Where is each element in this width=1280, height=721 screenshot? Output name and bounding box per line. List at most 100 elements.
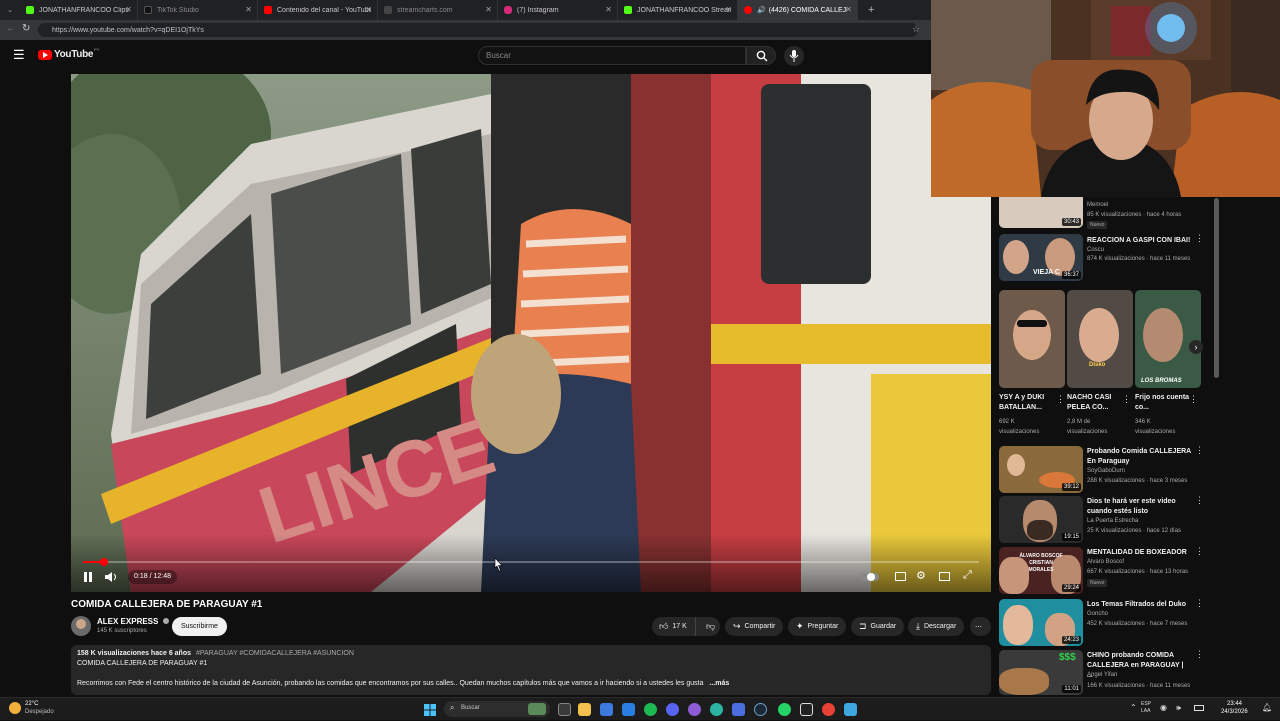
share-button[interactable]: ↪ Compartir [725,617,784,636]
channel-name[interactable]: ALEX EXPRESS [97,617,169,626]
video-title[interactable]: REACCION A GASPI CON IBAI! [1087,236,1191,246]
short-thumbnail[interactable]: Disko [1067,290,1133,388]
short-title[interactable]: Frijo nos cuenta co... [1135,393,1191,413]
show-more-link[interactable]: ...más [709,680,729,687]
more-options-icon[interactable]: ⋮ [1195,446,1204,455]
autoplay-toggle[interactable] [861,573,879,581]
steam-icon[interactable] [754,703,767,716]
more-options-icon[interactable]: ⋮ [1122,394,1131,405]
close-icon[interactable]: ✕ [125,5,132,14]
video-thumbnail[interactable]: VIEJA C 36:37 [999,234,1083,281]
tab-kick-stream[interactable]: JONATHANFRANCOO Stream - Watch ✕ [618,0,738,20]
close-icon[interactable]: ✕ [725,5,732,14]
tab-kick-clips[interactable]: JONATHANFRANCOO Clips - Watch ✕ [20,0,138,20]
search-button[interactable] [746,46,776,65]
channel-name[interactable]: Coscu [1087,247,1104,253]
notifications-icon[interactable]: 🔔︎ [1262,703,1272,712]
miniplayer-icon[interactable] [939,572,950,581]
close-icon[interactable]: ✕ [605,5,612,14]
channel-name[interactable]: SoyGaboDurn [1087,468,1125,474]
reload-icon[interactable]: ↻ [22,23,30,34]
capcut-icon[interactable] [800,703,813,716]
progress-track[interactable] [83,561,979,563]
files-icon[interactable] [600,703,613,716]
edge-icon[interactable] [710,703,723,716]
voice-search-button[interactable] [784,46,804,66]
search-input[interactable]: Buscar [478,46,746,65]
new-tab-button[interactable]: + [868,4,874,16]
more-options-icon[interactable]: ⋮ [1195,496,1204,505]
hashtags[interactable]: #PARAGUAY #COMIDACALLEJERA #ASUNCION [196,650,354,657]
discord-icon[interactable] [666,703,679,716]
tab-tiktok-studio[interactable]: TikTok Studio ✕ [138,0,258,20]
tab-streamcharts[interactable]: streamcharts.com ✕ [378,0,498,20]
whatsapp-icon[interactable] [778,703,791,716]
mail-icon[interactable] [622,703,635,716]
tab-search-icon[interactable]: ⌄ [0,6,20,14]
video-title[interactable]: Probando Comida CALLEJERA En Paraguay [1087,447,1191,467]
tab-youtube-video[interactable]: 🔊 (4426) COMIDA CALLEJERA DE ✕ [738,0,858,20]
video-title[interactable]: Los Temas Filtrados del Duko [1087,600,1191,610]
short-title[interactable]: NACHO CASI PELEA CO... [1067,393,1123,413]
save-button[interactable]: ⊐ Guardar [851,617,905,636]
close-icon[interactable]: ✕ [485,5,492,14]
channel-name[interactable]: La Puerta Estrecha [1087,518,1138,524]
youtube-logo[interactable]: YouTube PY [38,47,100,60]
list-item[interactable]: VIEJA C 36:37 REACCION A GASPI CON IBAI!… [999,234,1204,282]
volume-button[interactable] [104,570,118,584]
more-options-icon[interactable]: ⋮ [1195,650,1204,659]
app-icon[interactable] [732,703,745,716]
channel-name[interactable]: Memoel [1087,202,1108,208]
channel-avatar[interactable] [71,616,91,636]
list-item[interactable]: ÁLVARO BOSCOF CRISTIAN MORALES 29:24 MEN… [999,547,1204,595]
weather-icon[interactable] [9,702,21,714]
sidebar-scrollbar[interactable] [1214,198,1219,378]
list-item[interactable]: 19:15 Dios te hará ver este video cuando… [999,496,1204,544]
close-icon[interactable]: ✕ [365,5,372,14]
short-thumbnail[interactable] [999,290,1065,388]
fullscreen-icon[interactable]: ⤢ [963,569,972,582]
tab-instagram[interactable]: (7) Instagram ✕ [498,0,618,20]
weather-temp[interactable]: 22°C [25,701,38,707]
video-title[interactable]: Dios te hará ver este video cuando estés… [1087,497,1191,517]
video-thumbnail[interactable]: 24:23 [999,599,1083,646]
notepad-icon[interactable] [844,703,857,716]
more-options-icon[interactable]: ⋮ [1195,234,1204,243]
download-button[interactable]: ⤓ Descargar [908,617,965,636]
settings-gear-icon[interactable]: ⚙ [916,569,926,582]
back-icon[interactable]: ← [6,23,16,34]
shelf-next-button[interactable]: › [1189,340,1203,354]
video-thumbnail[interactable]: 39:12 [999,446,1083,493]
task-view-icon[interactable] [558,703,571,716]
list-item[interactable]: 30:43 Memoel 85 K visualizaciones · hace… [999,197,1204,231]
clock-time[interactable]: 23:44 [1227,701,1242,707]
progress-scrubber[interactable] [99,558,108,566]
network-icon[interactable]: ◉ [1160,703,1167,712]
short-title[interactable]: YSY A y DUKI BATALLAN... [999,393,1055,413]
video-thumbnail[interactable]: 19:15 [999,496,1083,543]
obs-icon[interactable] [688,703,701,716]
close-icon[interactable]: ✕ [245,5,252,14]
speaker-icon[interactable]: 🕪 [1176,703,1181,713]
windows-start-icon[interactable] [424,703,436,716]
subtitles-icon[interactable] [895,572,906,581]
more-options-icon[interactable]: ⋮ [1195,547,1204,556]
battery-icon[interactable] [1194,705,1204,711]
file-explorer-icon[interactable] [578,703,591,716]
tab-youtube-studio[interactable]: Contenido del canal - YouTube Studio ✕ [258,0,378,20]
taskbar-search[interactable]: ⌕ Buscar [444,701,550,717]
subscribe-button[interactable]: Suscribirme [172,617,227,636]
pause-button[interactable] [81,570,95,584]
url-field[interactable]: https://www.youtube.com/watch?v=qDEI1OjT… [38,23,918,37]
dislike-button[interactable]: 👎︎ [700,621,715,632]
close-icon[interactable]: ✕ [845,5,852,14]
more-options-icon[interactable]: ⋮ [1189,394,1198,405]
channel-name[interactable]: Angel Yifan [1087,672,1117,678]
menu-icon[interactable]: ☰ [13,47,25,63]
more-options-icon[interactable]: ⋮ [1195,599,1204,608]
more-options-icon[interactable]: ⋮ [1056,394,1065,405]
tray-chevron-icon[interactable]: ⌃ [1130,703,1137,712]
video-player[interactable]: LINCE 0:18 / 12:48 ⚙ ⤢ [71,74,991,592]
chrome-icon[interactable] [822,703,835,716]
video-thumbnail[interactable]: $$$ 11:01 [999,650,1083,695]
